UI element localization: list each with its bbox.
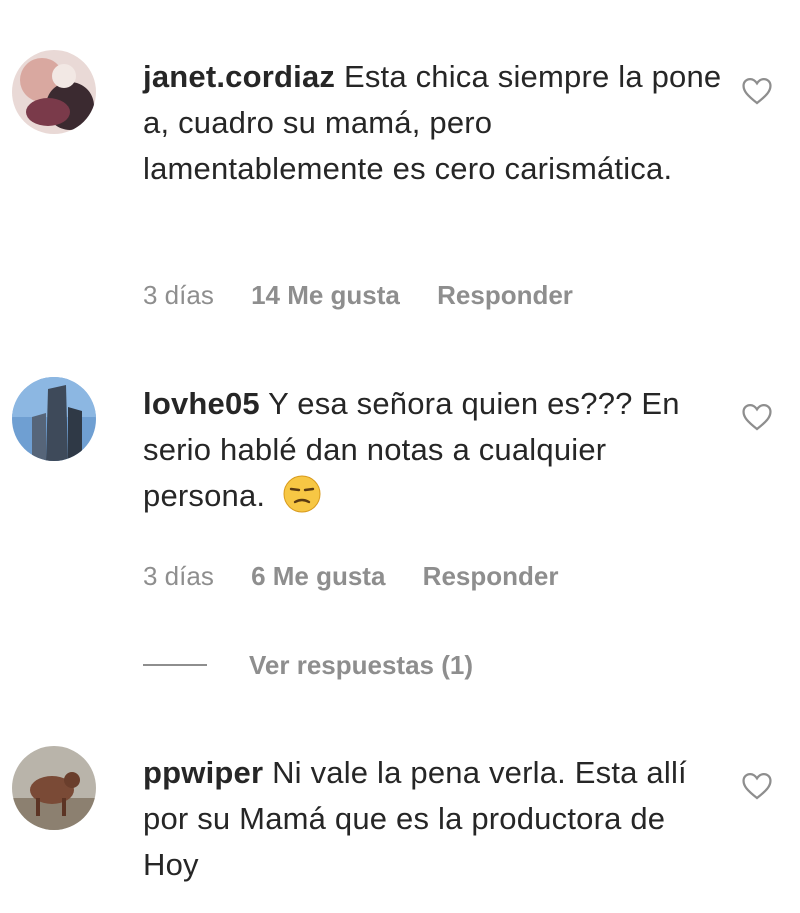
- comment-meta: 3 días 14 Me gusta Responder: [143, 280, 603, 311]
- comment-username[interactable]: ppwiper: [143, 755, 263, 790]
- reply-button[interactable]: Responder: [437, 280, 573, 311]
- comment-body: lovhe05 Y esa señora quien es??? En seri…: [143, 381, 723, 519]
- comment-meta: 3 días 6 Me gusta Responder: [143, 561, 588, 592]
- comment-time: 3 días: [143, 561, 214, 591]
- view-replies-label: Ver respuestas (1): [249, 649, 474, 680]
- avatar[interactable]: [12, 50, 96, 134]
- comment-body: ppwiper Ni vale la pena verla. Esta allí…: [143, 750, 723, 888]
- like-heart-icon[interactable]: [740, 769, 774, 803]
- comment-username[interactable]: lovhe05: [143, 386, 260, 421]
- comment-likes[interactable]: 6 Me gusta: [251, 561, 385, 592]
- comment-time: 3 días: [143, 280, 214, 310]
- avatar[interactable]: [12, 746, 96, 830]
- comment-likes[interactable]: 14 Me gusta: [251, 280, 400, 311]
- unamused-face-icon: [282, 474, 322, 514]
- like-heart-icon[interactable]: [740, 74, 774, 108]
- like-heart-icon[interactable]: [740, 400, 774, 434]
- replies-divider: [143, 664, 207, 666]
- comment-username[interactable]: janet.cordiaz: [143, 59, 335, 94]
- comment-body: janet.cordiaz Esta chica siempre la pone…: [143, 54, 723, 192]
- reply-button[interactable]: Responder: [423, 561, 559, 592]
- avatar[interactable]: [12, 377, 96, 461]
- view-replies-button[interactable]: Ver respuestas (1): [143, 645, 473, 685]
